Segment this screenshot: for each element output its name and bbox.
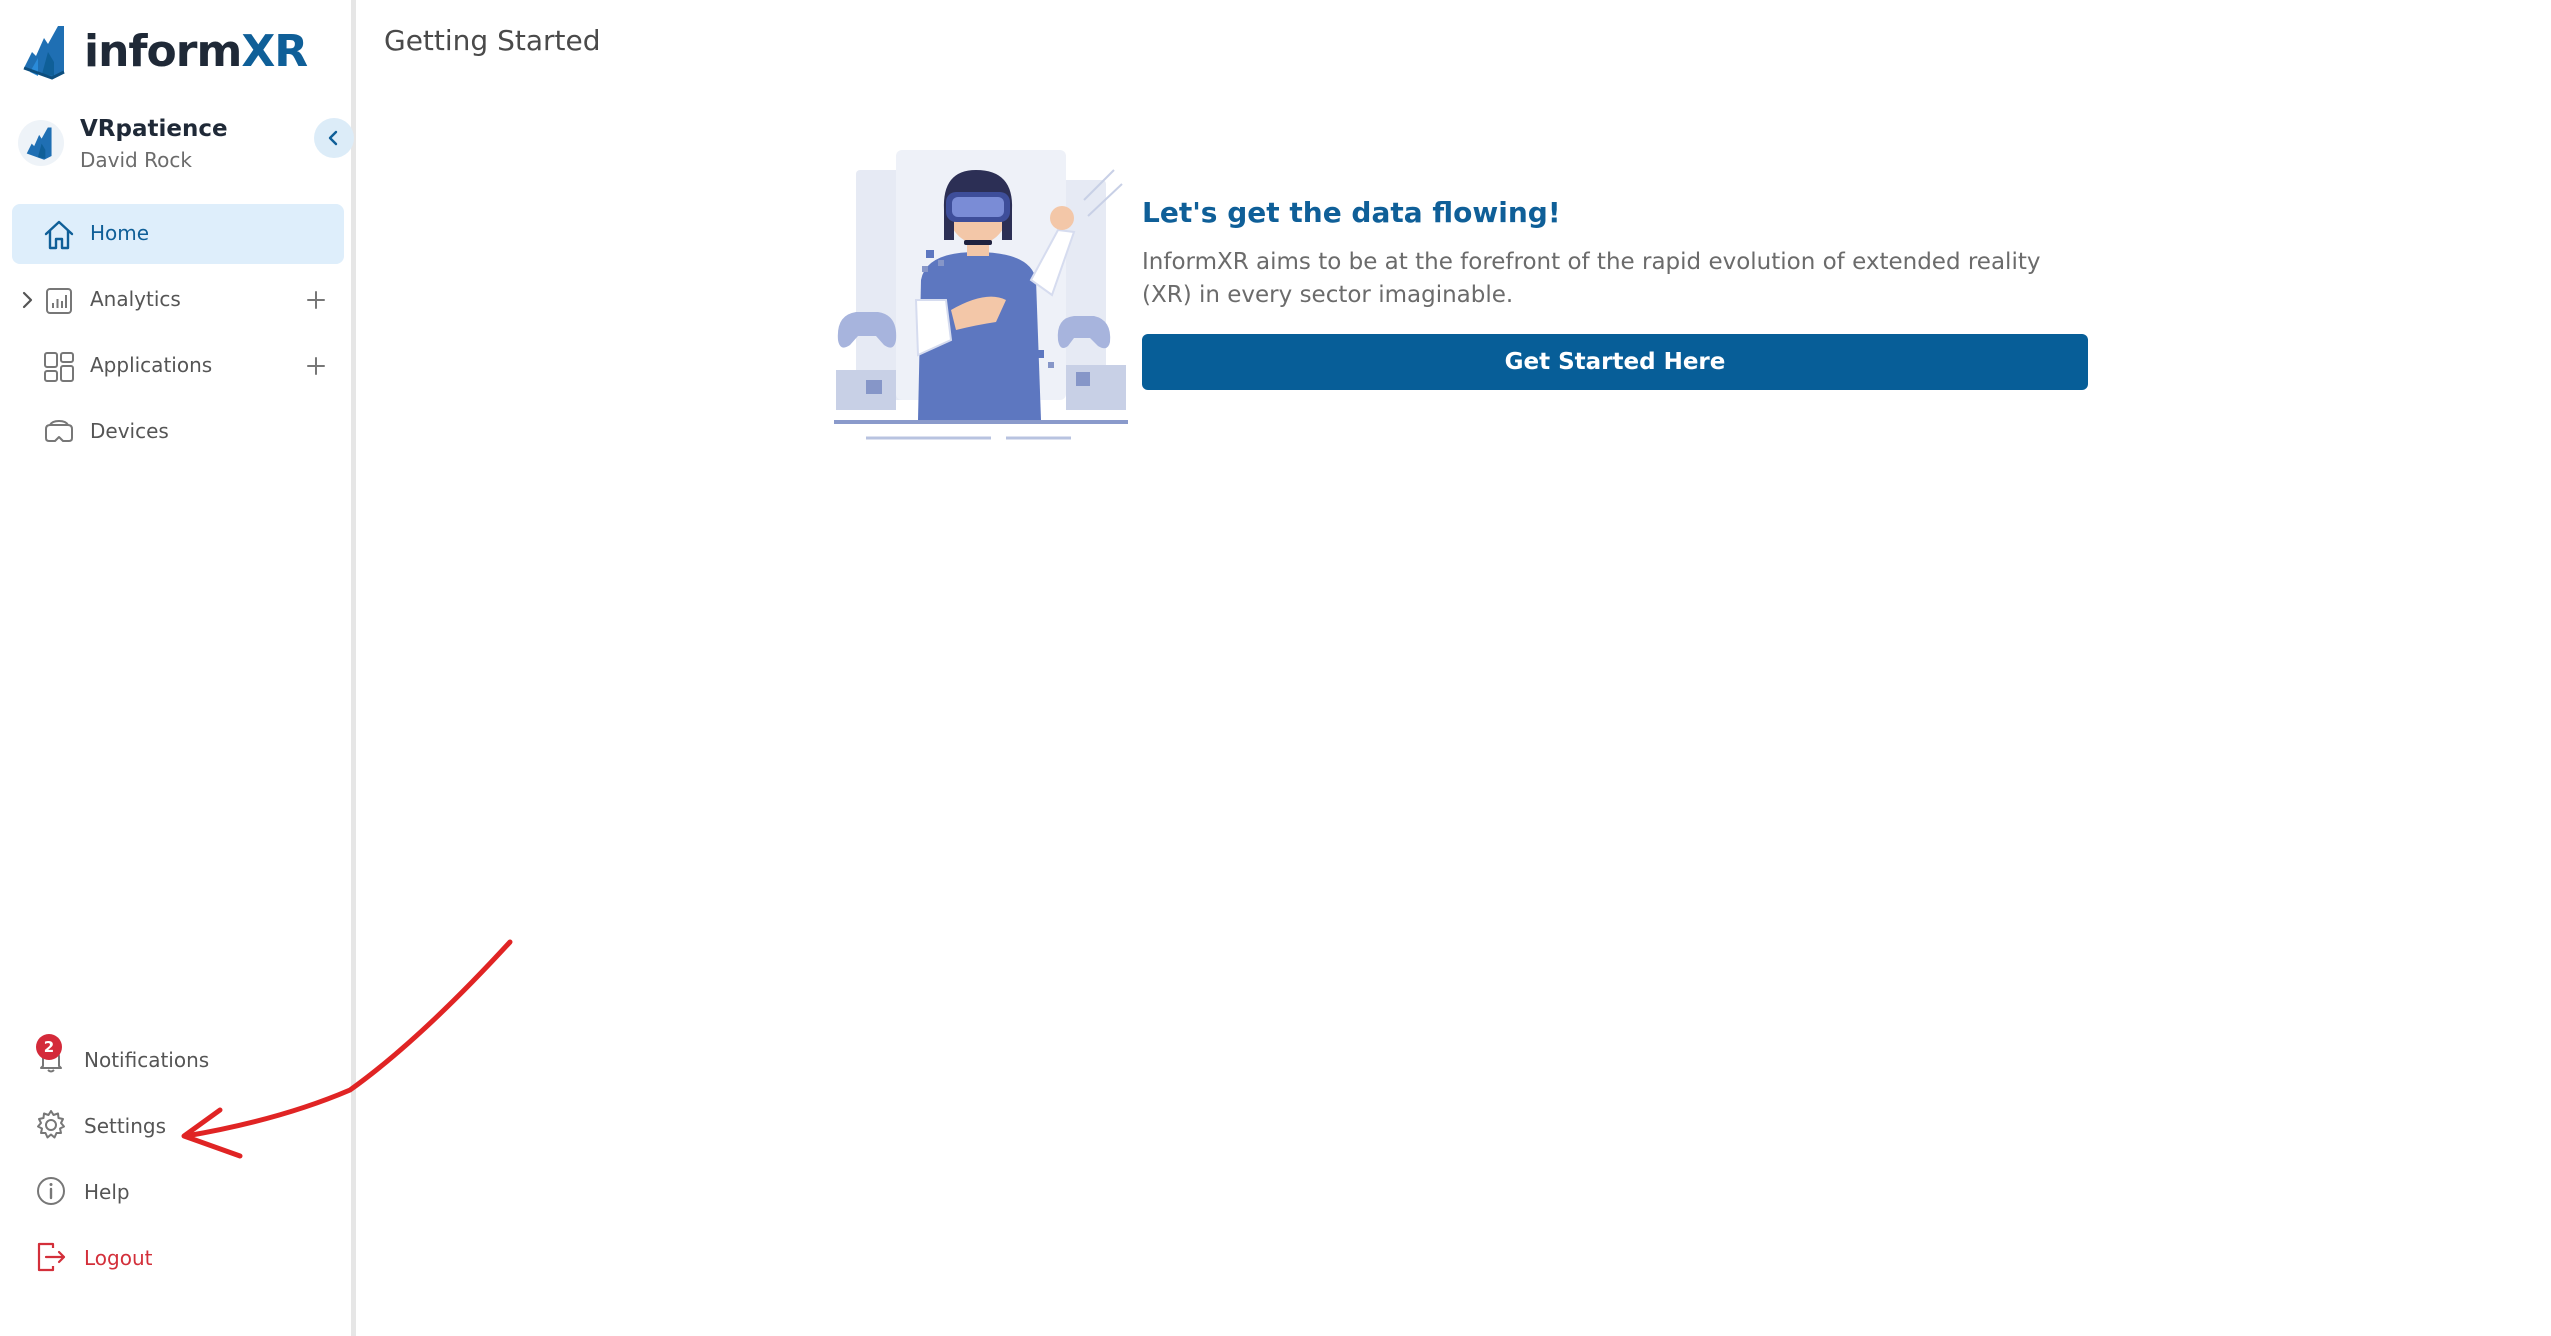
get-started-button[interactable]: Get Started Here bbox=[1142, 334, 2088, 390]
add-application-icon[interactable] bbox=[304, 354, 328, 378]
logo-text: informXR bbox=[84, 25, 308, 77]
info-icon bbox=[37, 1177, 65, 1205]
sidebar-item-label: Logout bbox=[84, 1246, 153, 1270]
sidebar-item-home[interactable]: Home bbox=[12, 204, 344, 264]
hero-heading: Let's get the data flowing! bbox=[1142, 196, 1561, 229]
grid-icon bbox=[44, 352, 74, 382]
add-analytics-icon[interactable] bbox=[304, 288, 328, 312]
sidebar-item-label: Settings bbox=[84, 1114, 167, 1138]
main-nav: Home Analytics Applications Devices bbox=[12, 204, 344, 468]
gear-icon bbox=[37, 1110, 65, 1139]
chevron-left-icon bbox=[328, 130, 338, 146]
sidebar-item-label: Help bbox=[84, 1180, 130, 1204]
sidebar-item-devices[interactable]: Devices bbox=[12, 402, 344, 462]
sidebar-item-label: Devices bbox=[90, 419, 169, 443]
informxr-logo[interactable]: informXR bbox=[18, 20, 308, 82]
logout-icon bbox=[37, 1242, 66, 1272]
hero-description: InformXR aims to be at the forefront of … bbox=[1142, 249, 2041, 308]
sidebar-item-logout[interactable]: Logout bbox=[30, 1228, 330, 1288]
sidebar-item-applications[interactable]: Applications bbox=[12, 336, 344, 396]
collapse-sidebar-button[interactable] bbox=[314, 118, 354, 158]
org-switcher[interactable]: VRpatience David Rock bbox=[18, 116, 354, 182]
sidebar-item-help[interactable]: Help bbox=[30, 1162, 330, 1222]
org-logo-icon bbox=[26, 127, 52, 160]
getting-started-card: Let's get the data flowing! InformXR aim… bbox=[826, 140, 2088, 450]
org-avatar bbox=[18, 120, 64, 166]
sidebar-item-analytics[interactable]: Analytics bbox=[12, 270, 344, 330]
vr-headset-icon bbox=[45, 419, 73, 442]
sidebar-item-label: Analytics bbox=[90, 287, 181, 311]
chevron-right-icon[interactable] bbox=[20, 290, 36, 310]
sidebar-item-label: Applications bbox=[90, 353, 213, 377]
vr-person-illustration bbox=[834, 150, 1128, 440]
notification-count-badge: 2 bbox=[36, 1034, 62, 1060]
chart-icon bbox=[46, 288, 72, 314]
user-name: David Rock bbox=[80, 148, 192, 172]
app-window: informXR VRpatience David Rock Home Anal… bbox=[0, 0, 2551, 1336]
org-name: VRpatience bbox=[80, 116, 228, 142]
logo-mark-icon bbox=[23, 26, 65, 80]
sidebar-item-label: Home bbox=[90, 221, 150, 245]
page-title: Getting Started bbox=[384, 24, 601, 57]
home-icon bbox=[44, 220, 74, 250]
annotation-arrow bbox=[181, 939, 513, 1159]
